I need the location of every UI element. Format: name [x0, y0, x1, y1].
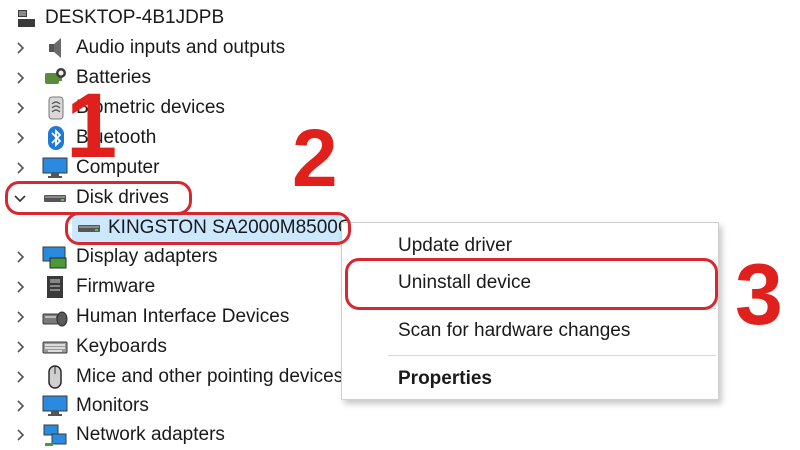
- display-adapter-icon: [42, 244, 68, 270]
- chevron-right-icon[interactable]: [13, 421, 27, 449]
- chevron-right-icon[interactable]: [13, 154, 27, 182]
- chevron-right-icon[interactable]: [13, 124, 27, 152]
- tree-item-audio[interactable]: Audio inputs and outputs: [0, 34, 320, 62]
- menu-separator: [388, 308, 716, 309]
- tree-item-human-interface-devices[interactable]: Human Interface Devices: [0, 303, 320, 331]
- tree-item-label: Audio inputs and outputs: [76, 37, 286, 58]
- tree-item-label: Network adapters: [76, 424, 225, 445]
- mouse-icon: [42, 364, 68, 390]
- tree-root[interactable]: DESKTOP-4B1JDPB: [0, 4, 300, 32]
- chevron-right-icon[interactable]: [13, 243, 27, 271]
- computer-name: DESKTOP-4B1JDPB: [45, 7, 225, 28]
- tree-item-kingston-drive[interactable]: KINGSTON SA2000M8500G: [72, 214, 353, 242]
- tree-item-firmware[interactable]: Firmware: [0, 273, 320, 301]
- chevron-right-icon[interactable]: [13, 94, 27, 122]
- monitor-icon: [42, 393, 68, 419]
- tree-item-computer[interactable]: Computer: [0, 154, 320, 182]
- tree-item-label: Mice and other pointing devices: [76, 366, 344, 387]
- tree-item-label: Display adapters: [76, 246, 218, 267]
- keyboard-icon: [42, 334, 68, 360]
- chevron-down-icon[interactable]: [13, 184, 27, 212]
- chevron-right-icon[interactable]: [13, 363, 27, 391]
- tree-item-biometric[interactable]: Biometric devices: [0, 94, 320, 122]
- tree-item-display-adapters[interactable]: Display adapters: [0, 243, 320, 271]
- tree-item-keyboards[interactable]: Keyboards: [0, 333, 320, 361]
- tree-item-monitors[interactable]: Monitors: [0, 392, 320, 420]
- tree-item-disk-drives[interactable]: Disk drives: [0, 184, 320, 212]
- battery-icon: [42, 65, 68, 91]
- step-number-1: 1: [66, 75, 118, 177]
- network-icon: [42, 422, 68, 448]
- chevron-right-icon[interactable]: [13, 392, 27, 420]
- tree-item-label: Keyboards: [76, 336, 167, 357]
- chevron-right-icon[interactable]: [13, 34, 27, 62]
- context-menu: Update driver Uninstall device Scan for …: [341, 222, 719, 400]
- menu-item-properties[interactable]: Properties: [398, 368, 492, 390]
- monitor-icon: [42, 155, 68, 181]
- chevron-right-icon[interactable]: [13, 273, 27, 301]
- tree-item-label: Firmware: [76, 276, 156, 297]
- hid-icon: [42, 304, 68, 330]
- firmware-icon: [42, 274, 68, 300]
- tree-item-label: Monitors: [76, 395, 149, 416]
- chevron-right-icon[interactable]: [13, 333, 27, 361]
- tree-item-bluetooth[interactable]: Bluetooth: [0, 124, 320, 152]
- disk-drive-icon: [42, 185, 68, 211]
- tree-item-label: Disk drives: [76, 187, 169, 208]
- tree-item-network-adapters[interactable]: Network adapters: [0, 421, 320, 449]
- menu-item-scan-hardware[interactable]: Scan for hardware changes: [398, 320, 630, 342]
- chevron-right-icon[interactable]: [13, 303, 27, 331]
- disk-drive-icon: [76, 215, 102, 241]
- tree-item-label: Human Interface Devices: [76, 306, 290, 327]
- speaker-icon: [44, 35, 70, 61]
- step-number-3: 3: [735, 247, 783, 343]
- menu-item-update-driver[interactable]: Update driver: [398, 235, 512, 257]
- tree-item-label: KINGSTON SA2000M8500G: [108, 217, 353, 238]
- computer-icon: [14, 5, 40, 31]
- tree-item-batteries[interactable]: Batteries: [0, 64, 320, 92]
- menu-separator: [388, 355, 716, 356]
- step-number-2: 2: [292, 113, 338, 204]
- menu-item-uninstall-device[interactable]: Uninstall device: [398, 272, 531, 294]
- chevron-right-icon[interactable]: [13, 64, 27, 92]
- tree-item-mice[interactable]: Mice and other pointing devices: [0, 363, 345, 391]
